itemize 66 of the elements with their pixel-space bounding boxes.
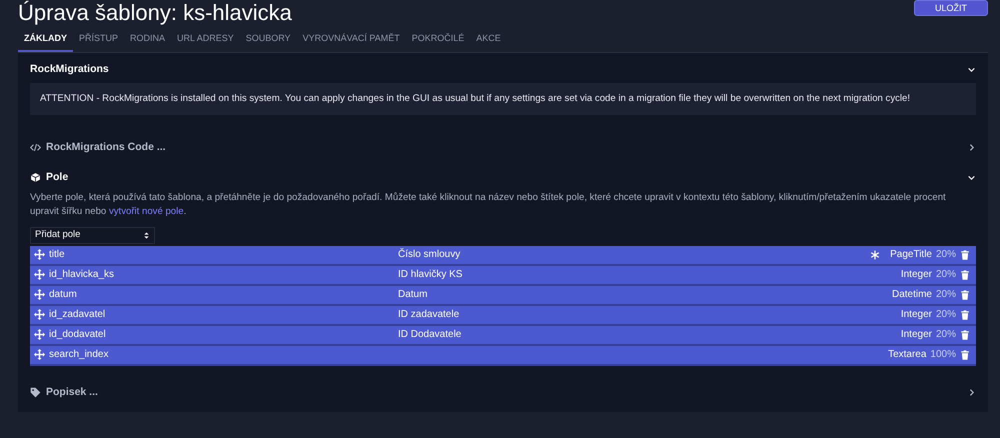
tab[interactable]: SOUBORY <box>240 28 297 52</box>
tab[interactable]: POKROČILÉ <box>406 28 470 52</box>
sort-icon <box>143 230 150 240</box>
chevron-down-icon[interactable] <box>967 65 976 74</box>
field-type: Integer <box>900 268 932 282</box>
field-label[interactable]: ID zadavatele <box>398 307 460 322</box>
tab[interactable]: PŘÍSTUP <box>73 28 124 52</box>
field-name[interactable]: id_zadavatel <box>49 307 106 322</box>
field-label[interactable]: ID hlavičky KS <box>398 267 462 282</box>
field-name[interactable]: id_hlavicka_ks <box>49 267 114 282</box>
move-icon <box>34 289 45 300</box>
move-icon <box>34 269 45 280</box>
move-icon <box>34 309 45 320</box>
field-type: Textarea <box>888 348 926 362</box>
width-percent[interactable]: 20% <box>936 267 956 282</box>
tab[interactable]: VYROVNÁVACÍ PAMĚT <box>296 28 406 52</box>
tab[interactable]: AKCE <box>470 28 507 52</box>
chevron-right-icon[interactable] <box>967 388 976 398</box>
alert-message: ATTENTION - RockMigrations is installed on this system. You can apply changes in the GUI as usual but if any settings are set via code in a migration file they will be overwritten on the next migration cycle! <box>30 82 976 115</box>
field-type: Integer <box>900 308 932 322</box>
tag-icon <box>30 387 41 398</box>
section-title: RockMigrations <box>30 62 109 77</box>
section-title: RockMigrations Code ... <box>46 140 166 156</box>
tab[interactable]: RODINA <box>124 28 172 52</box>
chevron-right-icon[interactable] <box>967 143 976 152</box>
chevron-down-icon[interactable] <box>967 173 976 182</box>
create-field-link[interactable]: vytvořit nové pole <box>108 206 184 217</box>
field-description: Vyberte pole, která používá tato šablona, a přetáhněte je do požadovaného pořadí. Můžete také kliknout na název nebo štítek pole, které chcete upravit v kontextu této šablony, kliknutím/přetažením ukazatele procent upravit šířku nebo vytvořit nové pole. <box>30 190 947 219</box>
trash-icon[interactable] <box>960 310 970 320</box>
field-label[interactable]: ID Dodavatele <box>398 327 462 342</box>
field-row[interactable]: id_zadavatel ID zadavatele Integer 20% <box>30 306 976 326</box>
tab[interactable]: URL ADRESY <box>171 28 240 52</box>
trash-icon[interactable] <box>960 290 970 300</box>
trash-icon[interactable] <box>960 330 970 340</box>
field-type: Datetime <box>892 288 932 302</box>
field-type: Integer <box>900 328 932 342</box>
field-row[interactable]: title Číslo smlouvy PageTitle 20% <box>30 246 976 266</box>
width-percent[interactable]: 20% <box>936 287 956 302</box>
width-percent[interactable]: 20% <box>936 247 956 262</box>
field-row[interactable]: id_dodavatel ID Dodavatele Integer 20% <box>30 326 976 346</box>
trash-icon[interactable] <box>960 250 970 260</box>
cube-icon <box>30 172 41 184</box>
field-row[interactable]: id_hlavicka_ks ID hlavičky KS Integer 20% <box>30 266 976 286</box>
field-name[interactable]: id_dodavatel <box>49 327 106 342</box>
field-type: PageTitle <box>890 248 932 262</box>
move-icon <box>34 249 45 260</box>
field-name[interactable]: search_index <box>49 347 108 362</box>
field-row[interactable]: search_index Textarea 100% <box>30 346 976 366</box>
width-percent[interactable]: 20% <box>936 307 956 322</box>
trash-icon[interactable] <box>960 270 970 280</box>
field-name[interactable]: title <box>49 247 65 262</box>
width-percent[interactable]: 20% <box>936 327 956 342</box>
section-title: Pole <box>46 170 68 186</box>
trash-icon[interactable] <box>960 350 970 360</box>
section-title: Popisek ... <box>46 385 98 400</box>
field-name[interactable]: datum <box>49 287 77 302</box>
move-icon <box>34 349 45 360</box>
field-row[interactable]: datum Datum Datetime 20% <box>30 286 976 306</box>
code-icon <box>30 142 41 154</box>
field-label[interactable]: Datum <box>398 287 428 302</box>
page-title: Úprava šablony: ks-hlavicka <box>18 0 292 26</box>
save-button[interactable]: ULOŽIT <box>914 0 988 16</box>
field-label[interactable]: Číslo smlouvy <box>398 247 460 262</box>
move-icon <box>34 329 45 340</box>
add-field-select[interactable]: Přidat pole <box>30 226 155 244</box>
width-percent[interactable]: 100% <box>930 347 956 362</box>
